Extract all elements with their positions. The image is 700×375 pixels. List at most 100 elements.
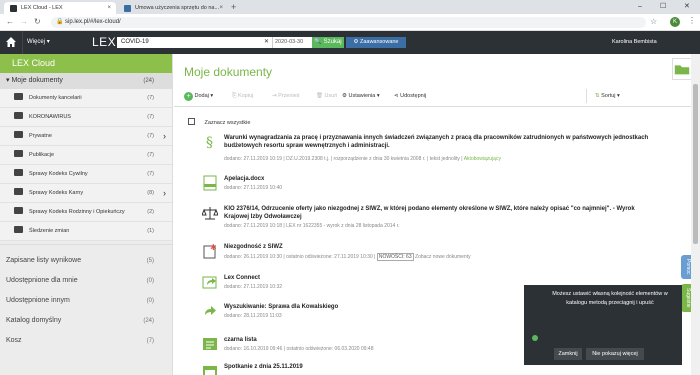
browser-tab-umowa[interactable]: Umowa użyczenia sprzętu do na... × [118, 2, 228, 14]
sidebar-section-item[interactable]: Katalog domyślny (24) [0, 311, 172, 331]
folder-label: Sprawy Kodeks Rodzinny i Opiekuńczy [29, 209, 125, 215]
document-meta: dodano: 16.10.2019 09:46 | ostatnio odśw… [224, 346, 374, 352]
sort-button[interactable]: ⇅ Sortuj ▾ [586, 89, 620, 103]
folder-label: Sprawy Kodeks Karny [29, 190, 84, 196]
bookmark-star-icon[interactable]: ☆ [650, 17, 657, 26]
select-all[interactable]: Zaznacz wszystkie [188, 118, 250, 126]
dont-show-again-button[interactable]: Nie pokazuj więcej [586, 348, 644, 360]
help-tab[interactable]: Pomoc [681, 255, 691, 279]
document-alert-icon: ✱ [203, 243, 217, 259]
scrollbar[interactable] [691, 54, 700, 375]
delete-button[interactable]: 🗑 Usuń [316, 89, 337, 103]
share-label: Udostępnij [400, 93, 427, 99]
sidebar-folder-item[interactable]: Śledzenie zmian (1) [0, 222, 172, 241]
plus-circle-icon: + [184, 92, 193, 101]
document-title[interactable]: Lex Connect [224, 274, 654, 282]
document-meta: dodano: 27.11.2019 10:18 | LEX nr 162235… [224, 223, 400, 229]
clear-search-icon[interactable]: ✕ [264, 37, 269, 48]
user-name[interactable]: Karolina Bembista [612, 31, 657, 54]
forward-icon[interactable]: → [20, 17, 28, 27]
date-input[interactable]: 2020-03-30 [272, 37, 312, 48]
svg-text:§: § [206, 135, 213, 150]
maximize-button[interactable]: ☐ [660, 0, 666, 14]
sidebar-folder-item[interactable]: KORONAWIRUS (7) [0, 108, 172, 127]
search-input[interactable]: COVID-19 ✕ [117, 37, 272, 48]
back-icon[interactable]: ← [6, 17, 14, 27]
share-button[interactable]: ⋖ Udostępnij [394, 89, 426, 103]
list-item[interactable]: KIO 2376/14, Odrzucenie oferty jako niez… [202, 205, 672, 233]
scrollbar-thumb[interactable] [693, 84, 698, 244]
folder-count: (7) [147, 114, 154, 120]
gear-icon: ⚙ [342, 93, 347, 99]
close-tab-icon[interactable]: × [219, 5, 223, 11]
sidebar-section-item[interactable]: Kosz (7) [0, 331, 172, 351]
advanced-search-button[interactable]: ⚙ Zaawansowane [346, 37, 406, 48]
sidebar-section-item[interactable]: Udostępnione dla mnie (0) [0, 271, 172, 291]
chevron-right-icon[interactable]: › [163, 184, 166, 203]
folder-count: (7) [147, 95, 154, 101]
sidebar-item-my-documents[interactable]: ▾ Moje dokumenty (24) [0, 73, 172, 89]
close-tab-icon[interactable]: × [107, 5, 111, 11]
settings-button[interactable]: ⚙ Ustawienia ▾ [342, 89, 380, 103]
sort-label: Sortuj [601, 93, 616, 99]
sidebar-header[interactable]: LEX Cloud [0, 54, 172, 73]
url-field[interactable]: 🔒 sip.lex.pl/#/lex-cloud/ [51, 17, 646, 28]
folder-count: (7) [147, 171, 154, 177]
chevron-right-icon[interactable]: › [163, 127, 166, 146]
sidebar-folder-item[interactable]: Sprawy Kodeks Cywilny (7) [0, 165, 172, 184]
folder-icon [14, 93, 23, 100]
list-icon [203, 338, 217, 350]
profile-avatar[interactable]: K [670, 17, 680, 27]
word-document-icon [203, 175, 217, 191]
advanced-search-label: Zaawansowane [359, 39, 399, 45]
document-meta: dodano: 26.11.2019 10:30 | ostatnio odśw… [224, 253, 471, 261]
list-item[interactable]: § Warunki wynagradzania za pracę i przyz… [202, 134, 672, 168]
saved-search-icon [205, 306, 216, 315]
list-item[interactable]: Apelacja.docx dodano: 27.11.2019 10:40 [202, 175, 672, 195]
sidebar-section-item[interactable]: Udostępnione innym (0) [0, 291, 172, 311]
folder-panel-button[interactable] [672, 58, 692, 80]
hint-toast: Możesz ustawić własną kolejność elementó… [524, 285, 682, 365]
lex-logo[interactable]: LEX [92, 31, 116, 54]
move-label: Przenieś [278, 93, 300, 99]
more-menu[interactable]: Więcej ▾ [22, 31, 50, 54]
delete-label: Usuń [324, 93, 338, 99]
document-title[interactable]: KIO 2376/14, Odrzucenie oferty jako niez… [224, 205, 654, 221]
document-title[interactable]: Apelacja.docx [224, 175, 654, 183]
section-count: (0) [146, 278, 154, 284]
add-button[interactable]: + Dodaj ▾ [184, 89, 213, 103]
section-label: Kosz [6, 337, 22, 344]
close-toast-button[interactable]: Zamknij [554, 348, 582, 360]
suggestions-tab[interactable]: Sugestie [681, 284, 691, 312]
document-title[interactable]: Warunki wynagradzania za pracę i przyzna… [224, 134, 654, 150]
app-header: Więcej ▾ LEX COVID-19 ✕ 2020-03-30 🔍 Szu… [0, 31, 700, 54]
browser-tab-lex[interactable]: LEX Cloud - LEX × [4, 2, 116, 14]
reload-icon[interactable]: ↻ [34, 17, 41, 27]
sidebar-folder-item[interactable]: Dokumenty kancelarii (7) [0, 89, 172, 108]
new-tab-button[interactable]: + [231, 2, 236, 13]
see-new-documents-link[interactable]: Zobacz nowe dokumenty [415, 254, 471, 260]
search-value: COVID-19 [121, 39, 149, 45]
copy-button[interactable]: ⎘ Kopiuj [232, 89, 253, 103]
move-button[interactable]: ⇥ Przenieś [272, 89, 300, 103]
sidebar-folder-item[interactable]: Sprawy Kodeks Rodzinny i Opiekuńczy (2) [0, 203, 172, 222]
list-item[interactable]: ✱ Niezgodność z SIWZ dodano: 26.11.2019 … [202, 243, 672, 265]
document-title[interactable]: Niezgodność z SIWZ [224, 243, 654, 251]
minimize-button[interactable]: – [638, 0, 642, 14]
select-all-checkbox[interactable] [188, 118, 195, 125]
sidebar-folder-item[interactable]: Sprawy Kodeks Karny (8) › [0, 184, 172, 203]
status-link[interactable]: Aktobowiązujący [464, 156, 501, 162]
sidebar-folder-item[interactable]: Prywatne (7) › [0, 127, 172, 146]
home-icon[interactable] [5, 36, 17, 48]
close-window-button[interactable]: ✕ [684, 0, 690, 14]
address-bar: ← → ↻ 🔒 sip.lex.pl/#/lex-cloud/ [0, 14, 700, 31]
sidebar-folder-item[interactable]: Publikacje (7) [0, 146, 172, 165]
folder-icon [674, 65, 690, 75]
search-button[interactable]: 🔍 Szukaj [312, 37, 344, 48]
page-title: Moje dokumenty [184, 65, 273, 79]
sidebar-section-item[interactable]: Zapisane listy wynikowe (5) [0, 251, 172, 271]
section-count: (0) [146, 298, 154, 304]
paragraph-icon: § [206, 135, 213, 150]
folder-label: Dokumenty kancelarii [29, 95, 82, 101]
browser-menu-icon[interactable]: ⋮ [688, 16, 696, 25]
